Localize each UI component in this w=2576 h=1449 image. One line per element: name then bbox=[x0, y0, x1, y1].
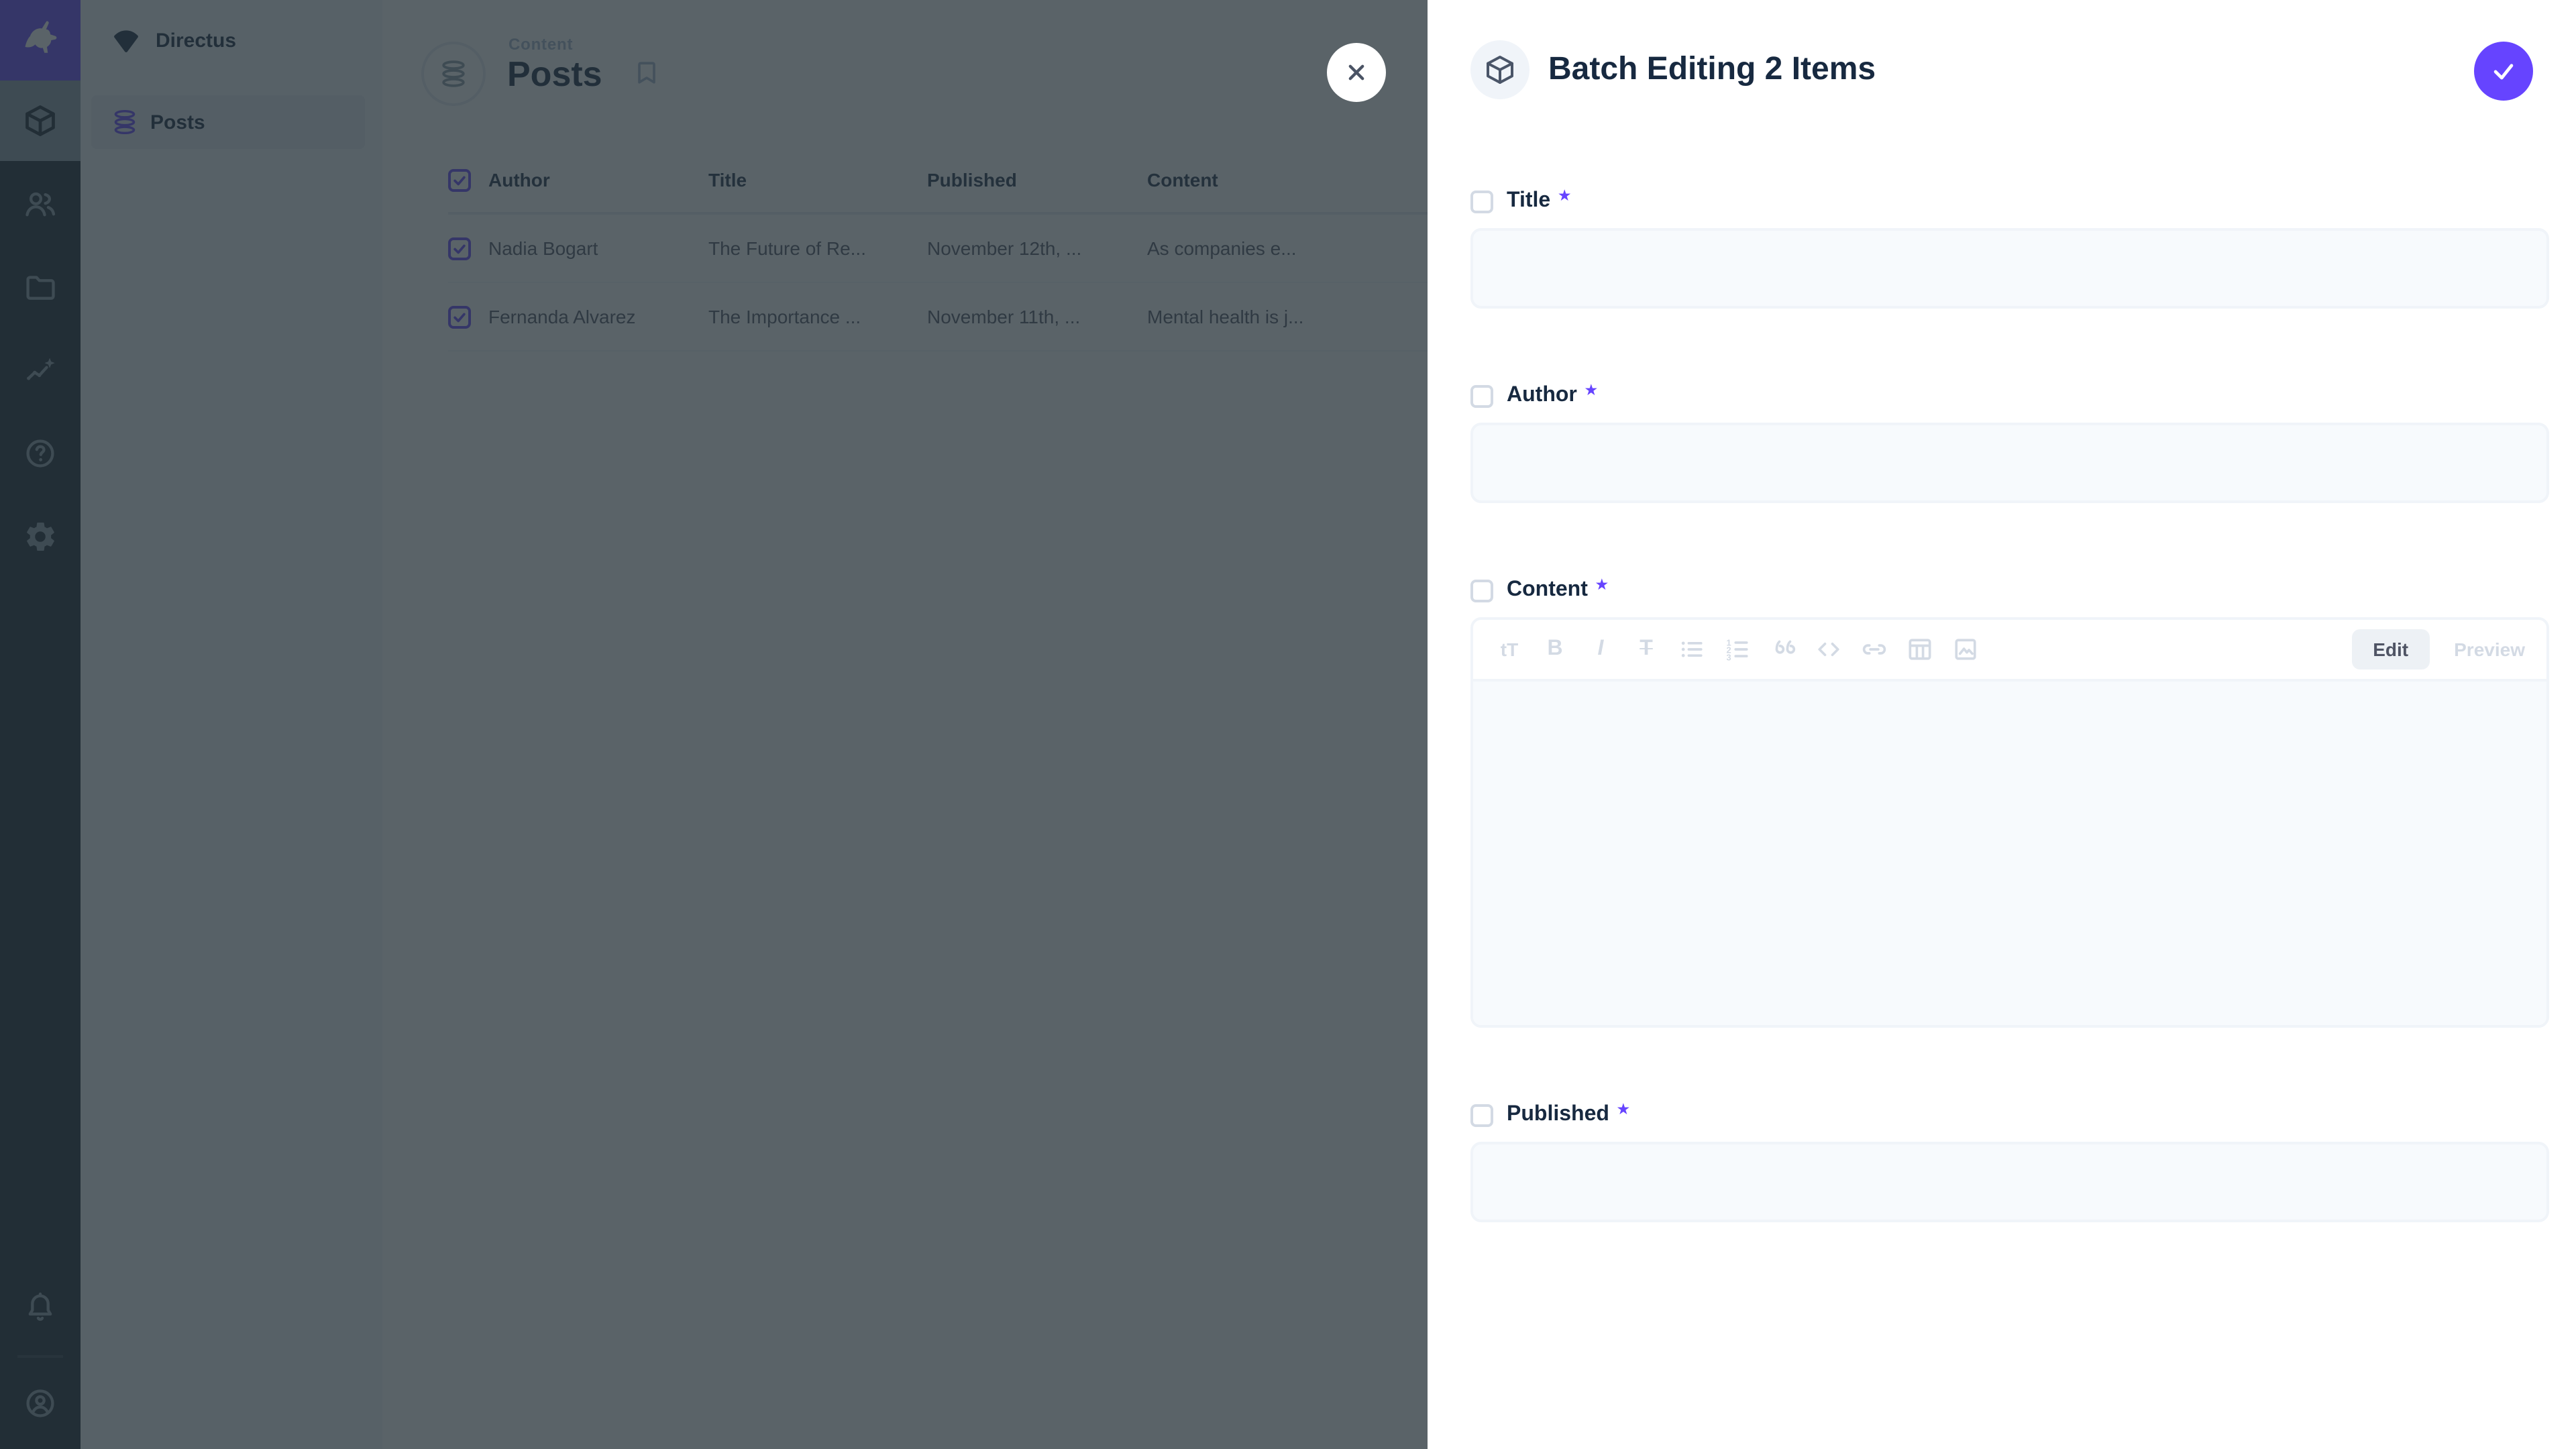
tab-preview[interactable]: Preview bbox=[2454, 639, 2525, 660]
required-star-icon: ★ bbox=[1596, 578, 1608, 593]
box-icon bbox=[1484, 54, 1516, 86]
check-icon bbox=[2489, 56, 2518, 86]
field-label-row: Content ★ bbox=[1470, 577, 2549, 604]
table-icon bbox=[1905, 635, 1935, 664]
table-button[interactable] bbox=[1900, 629, 1940, 669]
drawer-title: Batch Editing 2 Items bbox=[1548, 51, 1876, 89]
markdown-editor: tT B I T 123 bbox=[1470, 617, 2549, 1028]
link-button[interactable] bbox=[1854, 629, 1894, 669]
image-button[interactable] bbox=[1945, 629, 1986, 669]
required-star-icon: ★ bbox=[1558, 189, 1570, 204]
field-label: Content bbox=[1507, 578, 1588, 602]
batch-title-checkbox[interactable] bbox=[1470, 190, 1493, 213]
editor-toolbar: tT B I T 123 bbox=[1473, 620, 2546, 682]
italic-icon: I bbox=[1598, 637, 1604, 661]
title-input[interactable] bbox=[1470, 228, 2549, 309]
field-label: Author bbox=[1507, 384, 1577, 408]
required-star-icon: ★ bbox=[1617, 1103, 1629, 1118]
bold-button[interactable]: B bbox=[1535, 629, 1575, 669]
content-editor-area[interactable] bbox=[1473, 682, 2546, 1025]
bold-icon: B bbox=[1547, 637, 1562, 661]
close-icon bbox=[1343, 59, 1370, 86]
field-published: Published ★ bbox=[1470, 1102, 2549, 1222]
field-title: Title ★ bbox=[1470, 188, 2549, 309]
app: Directus Posts Content Posts bbox=[0, 0, 2576, 1449]
field-label: Title bbox=[1507, 189, 1550, 213]
save-button[interactable] bbox=[2474, 42, 2533, 101]
text-size-icon: tT bbox=[1501, 639, 1518, 660]
field-label: Published bbox=[1507, 1103, 1609, 1127]
numbered-list-icon: 123 bbox=[1723, 635, 1752, 664]
published-input[interactable] bbox=[1470, 1142, 2549, 1222]
code-button[interactable] bbox=[1809, 629, 1849, 669]
drawer-header: Batch Editing 2 Items bbox=[1428, 0, 2576, 99]
numbered-list-button[interactable]: 123 bbox=[1717, 629, 1758, 669]
italic-button[interactable]: I bbox=[1580, 629, 1621, 669]
batch-edit-drawer: Batch Editing 2 Items Title ★ Author bbox=[1428, 0, 2576, 1449]
strikethrough-icon: T bbox=[1640, 637, 1653, 661]
bulleted-list-icon bbox=[1677, 635, 1707, 664]
field-label-row: Published ★ bbox=[1470, 1102, 2549, 1128]
link-icon bbox=[1860, 635, 1889, 664]
drawer-overlay[interactable] bbox=[0, 0, 1428, 1449]
drawer-header-icon bbox=[1470, 40, 1529, 99]
blockquote-icon bbox=[1768, 635, 1798, 664]
strikethrough-button[interactable]: T bbox=[1626, 629, 1666, 669]
blockquote-button[interactable] bbox=[1763, 629, 1803, 669]
drawer-close-button[interactable] bbox=[1327, 43, 1386, 102]
author-input[interactable] bbox=[1470, 423, 2549, 503]
required-star-icon: ★ bbox=[1585, 384, 1597, 398]
image-icon bbox=[1951, 635, 1980, 664]
field-label-row: Author ★ bbox=[1470, 382, 2549, 409]
text-size-button[interactable]: tT bbox=[1489, 629, 1529, 669]
field-author: Author ★ bbox=[1470, 382, 2549, 503]
batch-content-checkbox[interactable] bbox=[1470, 579, 1493, 602]
batch-author-checkbox[interactable] bbox=[1470, 384, 1493, 407]
bulleted-list-button[interactable] bbox=[1672, 629, 1712, 669]
svg-text:3: 3 bbox=[1727, 653, 1731, 663]
field-content: Content ★ tT B I T 123 bbox=[1470, 577, 2549, 1028]
batch-published-checkbox[interactable] bbox=[1470, 1104, 1493, 1126]
drawer-body: Title ★ Author ★ Content ★ bbox=[1428, 188, 2576, 1222]
field-label-row: Title ★ bbox=[1470, 188, 2549, 215]
code-icon bbox=[1814, 635, 1843, 664]
tab-edit[interactable]: Edit bbox=[2351, 629, 2430, 669]
